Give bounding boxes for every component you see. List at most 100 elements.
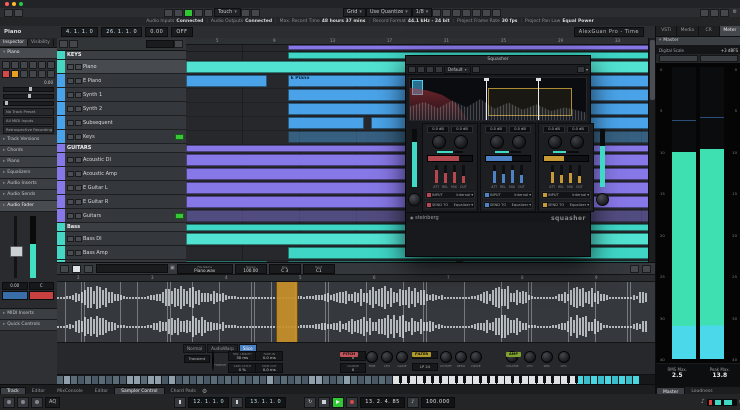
tempo-track-button[interactable]: ♪ xyxy=(406,396,419,408)
solo-button[interactable] xyxy=(11,61,19,69)
slice-marker[interactable] xyxy=(167,282,168,342)
slice-marker[interactable] xyxy=(65,282,66,342)
keyboard-icon[interactable]: ♪ xyxy=(701,399,705,405)
track-search-icon[interactable] xyxy=(174,40,183,48)
automation-mode-dropdown[interactable]: Touch ▾ xyxy=(214,8,241,17)
selected-slice[interactable] xyxy=(276,282,298,342)
track-mute-button[interactable] xyxy=(67,198,74,205)
track-row-bass[interactable]: Bass xyxy=(57,223,186,232)
monitor-button[interactable] xyxy=(11,70,19,78)
sampler-ab-button[interactable] xyxy=(84,264,93,273)
black-key[interactable] xyxy=(575,376,578,383)
track-mute-button[interactable] xyxy=(67,133,74,140)
track-row-bass-di[interactable]: Bass DI xyxy=(57,232,186,246)
band-up-knob[interactable] xyxy=(490,135,504,149)
use-filter-button[interactable] xyxy=(69,40,78,48)
slice-marker[interactable] xyxy=(271,282,272,342)
slice-marker[interactable] xyxy=(81,282,82,342)
window-zone-lower-button[interactable] xyxy=(709,8,719,17)
erase-tool-icon[interactable] xyxy=(452,8,462,17)
black-key[interactable] xyxy=(399,376,402,383)
inspector-info-row[interactable]: All MIDI Inputs xyxy=(3,117,54,125)
track-mute-button[interactable] xyxy=(67,119,74,126)
band-mini-slider[interactable] xyxy=(551,165,554,183)
plugin-sidechain-button[interactable] xyxy=(576,66,585,73)
plugin-save-preset-button[interactable] xyxy=(471,66,480,73)
sampler-ruler[interactable]: 2 3 4 5 6 7 8 9 xyxy=(57,275,655,282)
band-down-knob[interactable] xyxy=(454,135,468,149)
slice-marker[interactable] xyxy=(528,282,529,342)
goto-left-locator-button[interactable] xyxy=(174,396,187,408)
black-key[interactable] xyxy=(439,376,442,383)
fader-pan-value[interactable]: C xyxy=(28,282,54,290)
black-key[interactable] xyxy=(519,376,522,383)
plugin-spectrum-display[interactable] xyxy=(409,77,587,121)
slice-marker[interactable] xyxy=(84,282,85,342)
sampler-solo-button[interactable] xyxy=(60,264,69,273)
slice-marker[interactable] xyxy=(464,282,465,342)
band-routing-dropdown[interactable]: INPUT Internal ▾ xyxy=(425,191,475,199)
plugin-write-button[interactable] xyxy=(426,66,434,73)
black-key[interactable] xyxy=(551,376,554,383)
window-zone-right-button[interactable] xyxy=(719,8,729,17)
track-mute-button[interactable] xyxy=(67,235,74,242)
close-window-button[interactable] xyxy=(5,2,9,6)
track-row-guitars[interactable]: Guitars xyxy=(57,209,186,223)
timeline-ruler[interactable]: 5 9 13 17 21 25 29 33 xyxy=(186,38,648,45)
slice-marker[interactable] xyxy=(170,282,171,342)
black-key[interactable] xyxy=(455,376,458,383)
punch-out-button[interactable] xyxy=(31,396,43,408)
track-row-e-guitar-l[interactable]: E Guitar L xyxy=(57,181,186,195)
slice-marker[interactable] xyxy=(137,282,138,342)
output-gain-knob[interactable] xyxy=(595,193,609,206)
track-row-keys[interactable]: Keys xyxy=(57,130,186,144)
inspector-track-section[interactable]: ▾ Piano xyxy=(0,48,57,59)
track-mute-button[interactable] xyxy=(67,77,74,84)
time-base-button[interactable] xyxy=(38,70,46,78)
automation-write-button[interactable] xyxy=(174,8,183,17)
track-mute-button[interactable] xyxy=(67,170,74,177)
slice-marker[interactable] xyxy=(426,282,427,342)
auto-scroll-button[interactable] xyxy=(240,8,250,17)
inspector-section-audio-sends[interactable]: ▸ Audio Sends xyxy=(0,190,57,201)
band-value[interactable]: 0.0 dB xyxy=(567,126,589,133)
band-up-knob[interactable] xyxy=(432,135,446,149)
left-locator-transport-display[interactable]: 12. 1. 1. 0 xyxy=(188,396,230,408)
slice-marker[interactable] xyxy=(627,282,628,342)
inspector-info-row[interactable]: Retrospective Recording xyxy=(3,126,54,134)
track-solo-button[interactable] xyxy=(75,156,82,163)
record-enable-button[interactable] xyxy=(2,70,10,78)
left-locator-display[interactable]: 4. 1. 1. 0 xyxy=(61,27,99,37)
pitch-field-coarse[interactable]: COARSE 0 xyxy=(340,362,366,373)
zoom-tool-icon[interactable] xyxy=(492,8,502,17)
slice-marker[interactable] xyxy=(595,282,596,342)
band-mini-slider[interactable] xyxy=(520,165,523,183)
black-key[interactable] xyxy=(487,376,490,383)
glide-knob[interactable] xyxy=(396,351,408,363)
track-row-bass-amp[interactable]: Bass Amp xyxy=(57,246,186,260)
track-row-piano[interactable]: Piano xyxy=(57,60,186,74)
lane-button[interactable] xyxy=(29,70,37,78)
delay-slider[interactable] xyxy=(3,101,54,106)
band-value[interactable]: 0.0 dB xyxy=(509,126,531,133)
black-key[interactable] xyxy=(535,376,538,383)
reso-knob[interactable] xyxy=(455,351,467,363)
band-mini-slider[interactable] xyxy=(560,165,563,183)
sampler-display-key[interactable]: Key C 3 xyxy=(268,263,301,274)
track-solo-button[interactable] xyxy=(75,198,82,205)
slice-field-min--length[interactable]: MIN. LENGTH 30 ms xyxy=(228,351,257,361)
track-row-guitars[interactable]: GUITARS xyxy=(57,144,186,153)
sampler-zoom-button[interactable] xyxy=(630,264,639,273)
track-row-keys[interactable]: KEYS xyxy=(57,51,186,60)
slice-marker[interactable] xyxy=(325,282,326,342)
zoom-window-button[interactable] xyxy=(19,2,23,6)
black-key[interactable] xyxy=(479,376,482,383)
track-solo-button[interactable] xyxy=(75,170,82,177)
band-routing-dropdown[interactable]: SEND TO Equalizer ▾ xyxy=(483,201,533,209)
crossover-handle-2[interactable] xyxy=(536,78,541,120)
plugin-bypass-button[interactable] xyxy=(408,66,416,73)
band-mini-slider[interactable] xyxy=(453,165,456,183)
draw-tool-icon[interactable] xyxy=(442,8,452,17)
inspector-section-track-versions[interactable]: ▸ Track Versions xyxy=(0,135,57,146)
shuttle-display[interactable]: 0.00 xyxy=(145,27,169,37)
